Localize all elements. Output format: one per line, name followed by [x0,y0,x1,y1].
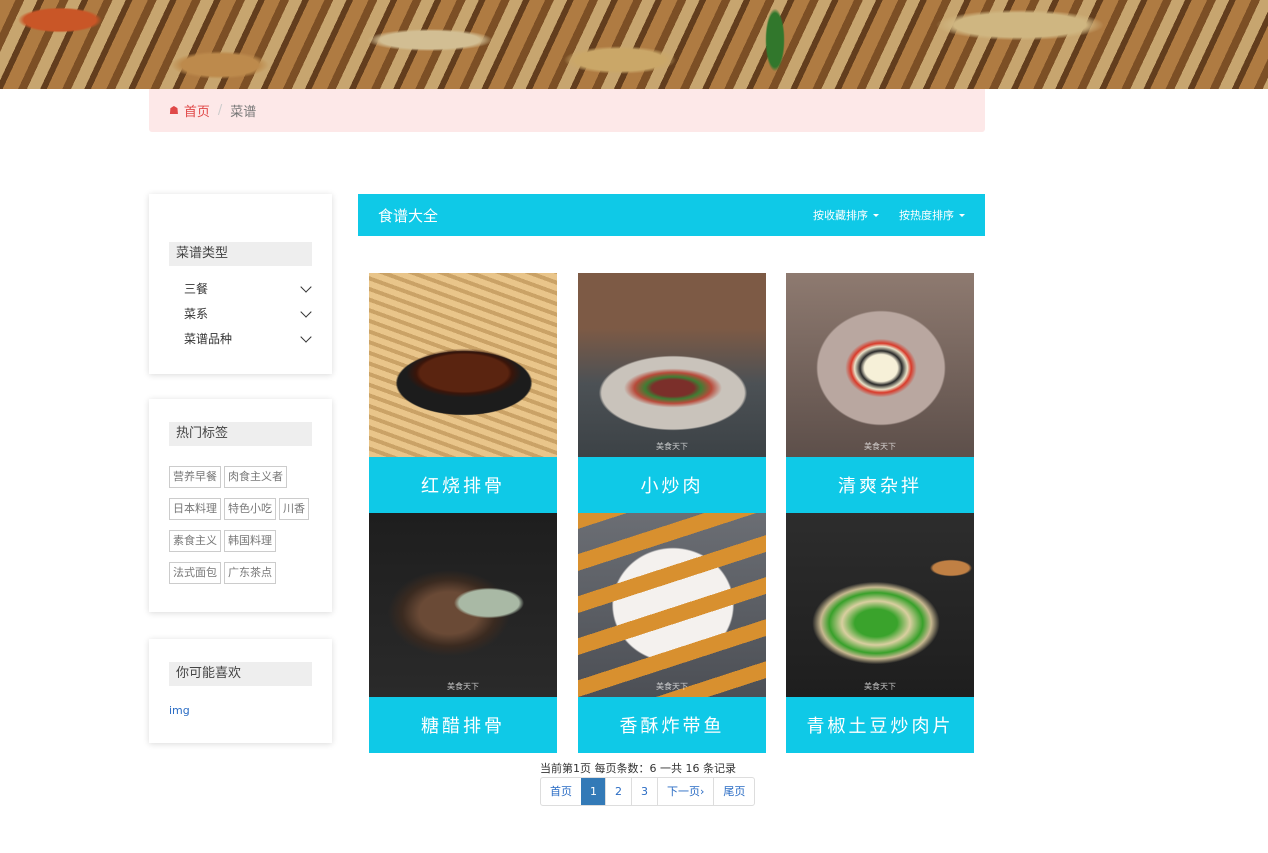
recipe-type-panel: 菜谱类型 三餐 菜系 菜谱品种 [149,194,332,374]
recipe-card[interactable]: 美食天下 糖醋排骨 [369,513,557,753]
photo-watermark: 美食天下 [656,682,688,691]
recipe-photo[interactable] [369,273,557,457]
tag-row: 日本料理 特色小吃 川香 [169,498,312,520]
recipe-card[interactable]: 红烧排骨 [369,273,557,513]
recipe-name[interactable]: 红烧排骨 [369,457,557,513]
tag[interactable]: 日本料理 [169,498,221,520]
sort-favorites-label: 按收藏排序 [813,209,868,222]
tag-row: 营养早餐 肉食主义者 [169,466,312,488]
next-page-button[interactable]: 下一页› [657,778,713,805]
recipe-photo[interactable]: 美食天下 [578,513,766,697]
recipes-title: 食谱大全 [378,206,439,225]
tag[interactable]: 肉食主义者 [224,466,287,488]
photo-watermark: 美食天下 [864,442,896,451]
tag[interactable]: 川香 [279,498,309,520]
hero-banner [0,0,1268,89]
page-button-3[interactable]: 3 [631,778,657,805]
page-button-1[interactable]: 1 [581,778,605,805]
last-page-button[interactable]: 尾页 [713,778,754,805]
recommend-image-link[interactable]: img [169,704,312,717]
category-label: 菜系 [184,307,209,321]
chevron-down-icon [300,330,312,343]
recipes-header: 食谱大全 按收藏排序 按热度排序 [358,194,985,236]
tag[interactable]: 广东茶点 [224,562,276,584]
tag[interactable]: 韩国料理 [224,530,276,552]
recipe-card[interactable]: 美食天下 青椒土豆炒肉片 [786,513,974,753]
recommend-panel: 你可能喜欢 img [149,639,332,743]
category-list: 三餐 菜系 菜谱品种 [169,276,312,351]
category-label: 三餐 [184,282,209,296]
breadcrumb-home-link[interactable]: 首页 [184,101,210,120]
photo-watermark: 美食天下 [864,682,896,691]
home-icon: ☗ [169,104,179,117]
sort-popularity-label: 按热度排序 [899,209,954,222]
pagination: 首页 1 2 3 下一页› 尾页 [540,777,756,806]
recipe-name[interactable]: 青椒土豆炒肉片 [786,697,974,753]
caret-down-icon [873,213,879,217]
recipe-name[interactable]: 糖醋排骨 [369,697,557,753]
tag-cloud: 营养早餐 肉食主义者 日本料理 特色小吃 川香 素食主义 韩国料理 法式面包 广… [169,466,312,584]
category-item-meals[interactable]: 三餐 [184,276,312,301]
pagination-info: 当前第1页 每页条数：6 一共 16 条记录 [540,762,736,775]
sort-by-favorites-dropdown[interactable]: 按收藏排序 [813,207,879,223]
category-label: 菜谱品种 [184,332,233,346]
recipe-photo[interactable]: 美食天下 [786,273,974,457]
tag-row: 法式面包 广东茶点 [169,562,312,584]
recipe-name[interactable]: 清爽杂拌 [786,457,974,513]
tag[interactable]: 特色小吃 [224,498,276,520]
photo-watermark: 美食天下 [447,682,479,691]
chevron-down-icon [300,305,312,318]
recommend-title: 你可能喜欢 [169,662,312,686]
recipe-photo[interactable]: 美食天下 [578,273,766,457]
category-item-cuisine[interactable]: 菜系 [184,301,312,326]
breadcrumb: ☗ 首页 / 菜谱 [149,89,985,132]
recipe-card[interactable]: 美食天下 香酥炸带鱼 [578,513,766,753]
caret-down-icon [959,213,965,217]
tag-row: 素食主义 韩国料理 [169,530,312,552]
breadcrumb-current: 菜谱 [230,105,257,120]
tag[interactable]: 营养早餐 [169,466,221,488]
breadcrumb-separator: / [217,103,223,118]
page-button-2[interactable]: 2 [605,778,631,805]
recipe-card[interactable]: 美食天下 小炒肉 [578,273,766,513]
recipe-card[interactable]: 美食天下 清爽杂拌 [786,273,974,513]
recipe-type-title: 菜谱类型 [169,242,312,266]
recipe-name[interactable]: 香酥炸带鱼 [578,697,766,753]
first-page-button[interactable]: 首页 [541,778,581,805]
tag[interactable]: 素食主义 [169,530,221,552]
chevron-down-icon [300,280,312,293]
recipe-photo[interactable]: 美食天下 [786,513,974,697]
sort-by-popularity-dropdown[interactable]: 按热度排序 [899,207,965,223]
tag[interactable]: 法式面包 [169,562,221,584]
photo-watermark: 美食天下 [656,442,688,451]
category-item-variety[interactable]: 菜谱品种 [184,326,312,351]
recipe-name[interactable]: 小炒肉 [578,457,766,513]
recipe-photo[interactable]: 美食天下 [369,513,557,697]
hot-tags-panel: 热门标签 营养早餐 肉食主义者 日本料理 特色小吃 川香 素食主义 韩国料理 法… [149,399,332,612]
hot-tags-title: 热门标签 [169,422,312,446]
